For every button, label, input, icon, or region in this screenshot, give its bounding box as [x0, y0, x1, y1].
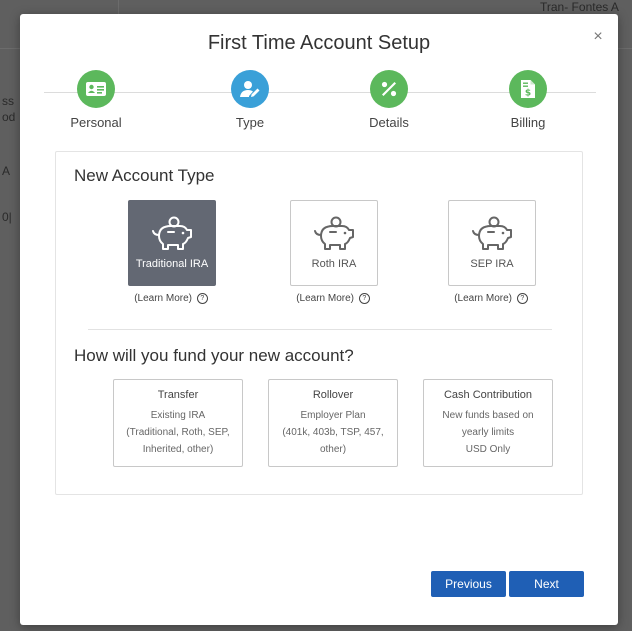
- fund-option-line: yearly limits: [461, 427, 515, 438]
- step-label: Details: [369, 115, 409, 130]
- learn-more-text: (Learn More): [134, 293, 193, 305]
- account-type-heading: New Account Type: [74, 166, 215, 185]
- svg-text:$: $: [525, 89, 531, 99]
- id-card-icon: [77, 70, 115, 108]
- section-divider: [88, 329, 552, 330]
- background-text: 0|: [2, 210, 12, 224]
- user-edit-icon: [231, 70, 269, 108]
- fund-option-line: USD Only: [465, 444, 511, 455]
- step-label: Type: [235, 115, 265, 130]
- piggy-bank-icon: [314, 216, 354, 250]
- learn-more-text: (Learn More): [454, 293, 513, 305]
- piggy-bank-icon: [152, 216, 192, 250]
- background-text: Tran- Fontes A: [540, 0, 619, 14]
- account-type-roth-ira[interactable]: Roth IRA: [290, 200, 378, 286]
- learn-more-link-traditional-ira[interactable]: (Learn More) ?: [116, 293, 226, 304]
- fund-option-description: New funds based on yearly limits USD Onl…: [424, 407, 552, 458]
- fund-option-line: other): [319, 444, 347, 455]
- close-button[interactable]: ×: [590, 28, 606, 46]
- setup-card: New Account Type Traditional IRA (Learn …: [55, 151, 583, 495]
- learn-more-link-sep-ira[interactable]: (Learn More) ?: [436, 293, 546, 304]
- help-icon: ?: [196, 293, 208, 304]
- fund-option-line: Inherited, other): [142, 444, 214, 455]
- account-type-label: SEP IRA: [470, 258, 514, 270]
- fund-option-cash-contribution[interactable]: Cash Contribution New funds based on yea…: [423, 379, 553, 467]
- step-label: Billing: [510, 115, 546, 130]
- piggy-bank-icon: [472, 216, 512, 250]
- fund-option-title: Transfer: [157, 389, 199, 401]
- fund-option-line: Employer Plan: [300, 410, 366, 421]
- account-setup-modal: First Time Account Setup × Personal Type: [20, 14, 618, 625]
- account-type-label: Roth IRA: [311, 258, 357, 270]
- fund-option-line: (401k, 403b, TSP, 457,: [282, 427, 384, 438]
- background-text: od: [2, 110, 16, 124]
- step-personal[interactable]: Personal: [41, 70, 151, 130]
- fund-option-title: Rollover: [312, 389, 354, 401]
- funding-heading: How will you fund your new account?: [74, 346, 354, 365]
- fund-option-description: Existing IRA (Traditional, Roth, SEP, In…: [114, 407, 242, 458]
- next-button[interactable]: Next: [509, 571, 584, 597]
- invoice-dollar-icon: $: [509, 70, 547, 108]
- help-icon: ?: [358, 293, 370, 304]
- step-type[interactable]: Type: [195, 70, 305, 130]
- learn-more-text: (Learn More): [296, 293, 355, 305]
- modal-title: First Time Account Setup: [207, 32, 431, 54]
- step-billing[interactable]: $ Billing: [473, 70, 583, 130]
- fund-option-line: (Traditional, Roth, SEP,: [126, 427, 230, 438]
- account-type-traditional-ira[interactable]: Traditional IRA: [128, 200, 216, 286]
- fund-option-description: Employer Plan (401k, 403b, TSP, 457, oth…: [269, 407, 397, 458]
- fund-option-title: Cash Contribution: [443, 389, 533, 401]
- background-text: ss: [2, 94, 14, 108]
- fund-option-rollover[interactable]: Rollover Employer Plan (401k, 403b, TSP,…: [268, 379, 398, 467]
- fund-option-line: Existing IRA: [150, 410, 206, 421]
- help-icon: ?: [516, 293, 528, 304]
- percent-icon: [370, 70, 408, 108]
- step-label: Personal: [70, 115, 122, 130]
- learn-more-link-roth-ira[interactable]: (Learn More) ?: [278, 293, 388, 304]
- account-type-sep-ira[interactable]: SEP IRA: [448, 200, 536, 286]
- step-details[interactable]: Details: [334, 70, 444, 130]
- previous-button[interactable]: Previous: [431, 571, 506, 597]
- account-type-label: Traditional IRA: [135, 258, 209, 270]
- fund-option-transfer[interactable]: Transfer Existing IRA (Traditional, Roth…: [113, 379, 243, 467]
- background-divider: [118, 0, 119, 14]
- fund-option-line: New funds based on: [442, 410, 534, 421]
- background-text: A: [2, 164, 11, 178]
